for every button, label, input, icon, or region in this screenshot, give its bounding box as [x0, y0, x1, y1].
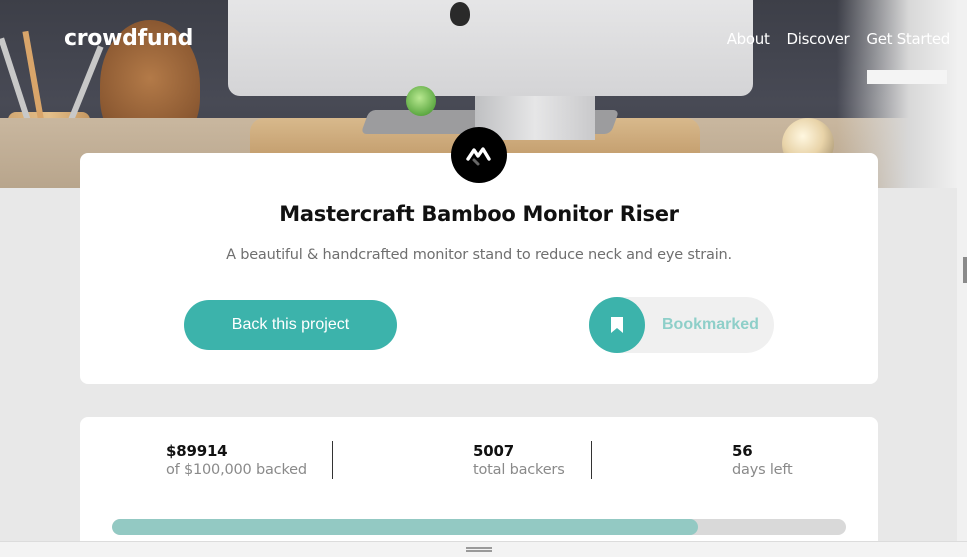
- project-card: Mastercraft Bamboo Monitor Riser A beaut…: [80, 127, 878, 384]
- stat-days-caption: days left: [732, 462, 793, 478]
- nav-about[interactable]: About: [727, 30, 770, 48]
- stat-backers-caption: total backers: [473, 462, 565, 478]
- vertical-scrollbar[interactable]: [957, 0, 967, 541]
- stat-backed-value: $89914: [166, 442, 228, 460]
- brand-logo[interactable]: crowdfund: [64, 26, 193, 51]
- stat-days: 56 days left: [732, 442, 793, 478]
- back-project-button[interactable]: Back this project: [184, 300, 397, 350]
- resize-handle-icon[interactable]: [466, 547, 492, 552]
- stat-divider: [332, 441, 333, 479]
- apple-logo-icon: [450, 2, 470, 26]
- mastercraft-logo-icon: [451, 127, 507, 183]
- toy-figure-decor: [406, 86, 436, 116]
- funding-progress-bar: [112, 519, 846, 535]
- stat-backers: 5007 total backers: [473, 442, 565, 478]
- monitor-decor: [228, 0, 753, 96]
- main-nav: About Discover Get Started: [727, 30, 951, 48]
- stat-backed-caption: of $100,000 backed: [166, 462, 307, 478]
- stats-card: $89914 of $100,000 backed 5007 total bac…: [80, 417, 878, 557]
- project-title: Mastercraft Bamboo Monitor Riser: [279, 202, 679, 226]
- stat-backers-value: 5007: [473, 442, 514, 460]
- bookmark-label: Bookmarked: [662, 316, 759, 333]
- stat-backed: $89914 of $100,000 backed: [166, 442, 307, 478]
- bottom-panel-bar: [0, 541, 967, 557]
- scrollbar-thumb[interactable]: [963, 257, 967, 283]
- bookmark-circle: [589, 297, 645, 353]
- funding-progress-fill: [112, 519, 699, 535]
- bookmark-button[interactable]: Bookmarked: [589, 297, 774, 353]
- nav-discover[interactable]: Discover: [787, 30, 850, 48]
- stat-days-value: 56: [732, 442, 753, 460]
- shelf-decor: [867, 70, 947, 84]
- project-description: A beautiful & handcrafted monitor stand …: [226, 247, 732, 263]
- stat-divider: [591, 441, 592, 479]
- nav-get-started[interactable]: Get Started: [866, 30, 950, 48]
- bookmark-icon: [611, 317, 623, 333]
